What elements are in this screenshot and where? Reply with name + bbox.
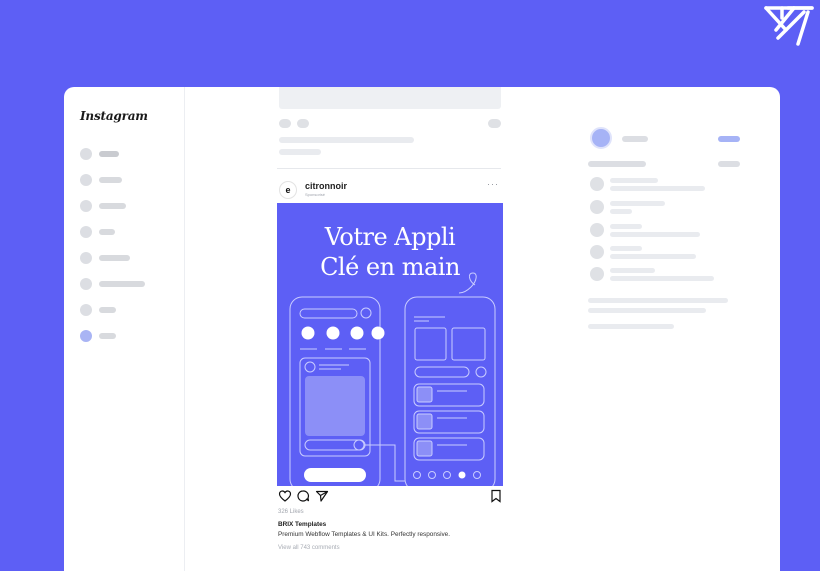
- sidebar-item-explore[interactable]: [80, 200, 126, 212]
- sidebar: Instagram: [64, 87, 185, 571]
- footer-links-placeholder: [588, 298, 728, 303]
- likes-count[interactable]: 326 Likes: [278, 509, 304, 515]
- sidebar-item-label: [99, 333, 116, 339]
- post-subtitle: Sponsorisé: [305, 192, 326, 197]
- post-divider: [277, 168, 501, 169]
- suggestion-name: [610, 246, 642, 251]
- home-icon: [80, 148, 92, 160]
- suggestion-subtitle: [610, 276, 714, 281]
- avatar[interactable]: [590, 127, 612, 149]
- suggestion-subtitle: [610, 254, 696, 259]
- reels-icon: [80, 226, 92, 238]
- post-username[interactable]: citronnoir: [305, 181, 347, 191]
- notifications-icon: [80, 278, 92, 290]
- more-options-icon[interactable]: ···: [487, 179, 499, 189]
- post-image[interactable]: Votre Appli Clé en main: [277, 203, 503, 486]
- sidebar-item-label: [99, 255, 130, 261]
- previous-post-image: [279, 87, 501, 109]
- avatar: [590, 245, 604, 259]
- heart-icon[interactable]: [278, 489, 292, 503]
- see-all-button[interactable]: [718, 161, 740, 167]
- sidebar-item-label: [99, 229, 115, 235]
- post-header: e citronnoir Sponsorisé ···: [277, 179, 501, 201]
- sidebar-item-label: [99, 203, 126, 209]
- suggestion-name: [610, 201, 665, 206]
- bookmark-icon[interactable]: [489, 489, 503, 503]
- save-icon[interactable]: [488, 119, 501, 128]
- switch-account-button[interactable]: [718, 136, 740, 142]
- sidebar-item-profile[interactable]: [80, 330, 116, 342]
- footer-links-placeholder: [588, 308, 706, 313]
- sidebar-item-label: [99, 151, 119, 157]
- suggestion-name: [610, 224, 642, 229]
- search-icon: [80, 174, 92, 186]
- sidebar-item-reels[interactable]: [80, 226, 115, 238]
- copyright-placeholder: [588, 324, 674, 329]
- sidebar-item-label: [99, 177, 122, 183]
- view-comments-link[interactable]: View all 743 comments: [278, 545, 340, 551]
- instagram-window: Instagram e citronnoir Sponsorisé ··· Vo…: [64, 87, 780, 571]
- sidebar-item-label: [99, 281, 145, 287]
- suggestion-subtitle: [610, 209, 632, 214]
- sidebar-item-label: [99, 307, 116, 313]
- suggestions-heading-placeholder: [588, 161, 646, 167]
- share-icon[interactable]: [315, 489, 329, 503]
- comment-icon[interactable]: [297, 119, 309, 128]
- feed: e citronnoir Sponsorisé ··· Votre Appli …: [277, 87, 503, 571]
- profile-name-placeholder: [622, 136, 648, 142]
- create-icon: [80, 304, 92, 316]
- avatar[interactable]: e: [279, 181, 297, 199]
- sidebar-item-search[interactable]: [80, 174, 122, 186]
- caption-text: Premium Webflow Templates & UI Kits. Per…: [278, 531, 451, 538]
- suggestion-name: [610, 268, 655, 273]
- comment-icon[interactable]: [296, 489, 310, 503]
- sidebar-item-create[interactable]: [80, 304, 116, 316]
- post-actions: [277, 489, 503, 503]
- sidebar-item-notifications[interactable]: [80, 278, 145, 290]
- sidebar-item-messages[interactable]: [80, 252, 130, 264]
- profile-icon: [80, 330, 92, 342]
- suggestions-panel: [584, 87, 774, 571]
- explore-icon: [80, 200, 92, 212]
- caption-placeholder: [279, 137, 414, 143]
- messages-icon: [80, 252, 92, 264]
- avatar: [590, 177, 604, 191]
- like-icon[interactable]: [279, 119, 291, 128]
- avatar: [590, 267, 604, 281]
- suggestion-subtitle: [610, 232, 700, 237]
- suggestion-subtitle: [610, 186, 705, 191]
- avatar: [590, 223, 604, 237]
- suggestion-name: [610, 178, 658, 183]
- avatar: [590, 200, 604, 214]
- caption-username[interactable]: BRIX Templates: [278, 521, 326, 528]
- comments-placeholder: [279, 149, 321, 155]
- phone-mockups-illustration: [289, 272, 496, 486]
- sidebar-item-home[interactable]: [80, 148, 119, 160]
- sparkle-burst-decoration: [764, 6, 814, 46]
- instagram-logo[interactable]: Instagram: [80, 109, 148, 123]
